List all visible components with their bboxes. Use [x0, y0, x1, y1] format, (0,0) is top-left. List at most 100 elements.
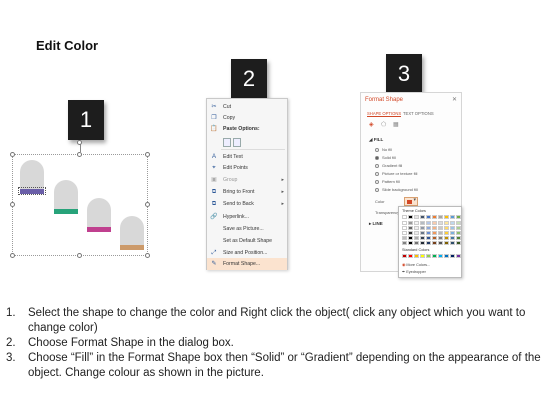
theme-tint-swatch[interactable]	[432, 231, 437, 235]
theme-tint-swatch[interactable]	[450, 241, 455, 245]
theme-tint-swatch[interactable]	[420, 241, 425, 245]
theme-tint-swatch[interactable]	[438, 236, 443, 240]
theme-tint-swatch[interactable]	[402, 236, 407, 240]
menu-item-group[interactable]: ▣ Group ▸	[207, 174, 287, 186]
theme-tint-swatch[interactable]	[408, 231, 413, 235]
theme-tint-swatch[interactable]	[402, 226, 407, 230]
standard-color-swatch[interactable]	[450, 254, 455, 258]
theme-tint-swatch[interactable]	[456, 231, 461, 235]
standard-color-swatch[interactable]	[408, 254, 413, 258]
theme-tint-swatch[interactable]	[414, 241, 419, 245]
theme-tint-swatch[interactable]	[438, 241, 443, 245]
theme-tint-swatch[interactable]	[408, 236, 413, 240]
theme-tint-swatch[interactable]	[444, 231, 449, 235]
theme-tint-swatch[interactable]	[444, 241, 449, 245]
more-colors-item[interactable]: ◉ More Colors...	[402, 262, 430, 267]
selection-handle[interactable]	[77, 152, 82, 157]
tab-shape-options[interactable]: SHAPE OPTIONS	[367, 111, 402, 117]
theme-tint-swatch[interactable]	[408, 221, 413, 225]
theme-tint-swatch[interactable]	[450, 226, 455, 230]
theme-tint-swatch[interactable]	[456, 226, 461, 230]
theme-tint-swatch[interactable]	[432, 221, 437, 225]
theme-color-swatch[interactable]	[450, 215, 455, 219]
size-properties-icon[interactable]: ▦	[393, 121, 399, 128]
theme-tint-swatch[interactable]	[432, 241, 437, 245]
standard-color-swatch[interactable]	[402, 254, 407, 258]
theme-color-swatch[interactable]	[438, 215, 443, 219]
theme-tint-swatch[interactable]	[408, 226, 413, 230]
selection-handle[interactable]	[10, 202, 15, 207]
theme-tint-swatch[interactable]	[414, 221, 419, 225]
theme-color-swatch[interactable]	[402, 215, 407, 219]
standard-color-swatch[interactable]	[426, 254, 431, 258]
standard-color-swatch[interactable]	[438, 254, 443, 258]
fill-option-slide-background[interactable]: Slide background fill	[375, 187, 418, 192]
theme-color-swatch[interactable]	[426, 215, 431, 219]
radio-button[interactable]	[375, 187, 379, 192]
theme-tint-swatch[interactable]	[456, 236, 461, 240]
theme-tint-swatch[interactable]	[450, 236, 455, 240]
theme-tint-swatch[interactable]	[414, 236, 419, 240]
theme-tint-swatch[interactable]	[444, 236, 449, 240]
shape-4[interactable]	[120, 216, 144, 250]
radio-button[interactable]	[375, 163, 379, 168]
theme-tint-swatch[interactable]	[438, 221, 443, 225]
standard-color-swatch[interactable]	[456, 254, 461, 258]
theme-color-swatch[interactable]	[414, 215, 419, 219]
selection-handle[interactable]	[145, 152, 150, 157]
selection-handle[interactable]	[10, 253, 15, 258]
standard-color-swatch[interactable]	[414, 254, 419, 258]
menu-item-bring-to-front[interactable]: ⧉ Bring to Front ▸	[207, 186, 287, 198]
paste-keep-source-icon[interactable]	[223, 138, 231, 147]
theme-tint-swatch[interactable]	[450, 231, 455, 235]
theme-tint-swatch[interactable]	[402, 221, 407, 225]
theme-tint-swatch[interactable]	[420, 226, 425, 230]
fill-option-pattern[interactable]: Pattern fill	[375, 179, 400, 184]
theme-tint-swatch[interactable]	[438, 226, 443, 230]
theme-tint-swatch[interactable]	[426, 221, 431, 225]
fill-option-picture[interactable]: Picture or texture fill	[375, 171, 417, 176]
theme-tint-swatch[interactable]	[414, 231, 419, 235]
theme-tint-swatch[interactable]	[432, 236, 437, 240]
theme-tint-swatch[interactable]	[414, 226, 419, 230]
theme-color-swatch[interactable]	[420, 215, 425, 219]
eyedropper-item[interactable]: ✒ Eyedropper	[402, 269, 426, 274]
theme-tint-swatch[interactable]	[426, 231, 431, 235]
theme-color-swatch[interactable]	[444, 215, 449, 219]
theme-tint-swatch[interactable]	[444, 221, 449, 225]
menu-item-save-as-picture[interactable]: Save as Picture...	[207, 223, 287, 235]
theme-tint-swatch[interactable]	[426, 241, 431, 245]
menu-item-send-to-back[interactable]: ⧉ Send to Back ▸	[207, 198, 287, 210]
theme-tint-swatch[interactable]	[456, 241, 461, 245]
standard-color-swatch[interactable]	[432, 254, 437, 258]
theme-tint-swatch[interactable]	[420, 236, 425, 240]
radio-button[interactable]	[375, 147, 379, 152]
selection-handle[interactable]	[10, 152, 15, 157]
shape-3[interactable]	[87, 198, 111, 232]
theme-tint-swatch[interactable]	[432, 226, 437, 230]
theme-tint-swatch[interactable]	[426, 226, 431, 230]
menu-item-format-shape[interactable]: ✎ Format Shape...	[207, 258, 287, 270]
fill-section-header[interactable]: ◢ FILL	[369, 137, 383, 143]
fill-line-icon[interactable]: ◈	[369, 121, 374, 128]
fill-color-button[interactable]	[404, 197, 418, 206]
fill-option-no-fill[interactable]: No fill	[375, 147, 392, 152]
effects-icon[interactable]: ⬠	[381, 121, 386, 128]
selection-handle[interactable]	[77, 253, 82, 258]
line-section-header[interactable]: ▸ LINE	[369, 221, 383, 227]
close-icon[interactable]: ✕	[452, 96, 457, 103]
shape-2[interactable]	[54, 180, 78, 214]
theme-tint-swatch[interactable]	[408, 241, 413, 245]
theme-color-swatch[interactable]	[456, 215, 461, 219]
fill-option-gradient[interactable]: Gradient fill	[375, 163, 402, 168]
paste-picture-icon[interactable]	[233, 138, 241, 147]
theme-tint-swatch[interactable]	[420, 231, 425, 235]
rotation-handle[interactable]	[77, 140, 82, 145]
standard-color-swatch[interactable]	[444, 254, 449, 258]
theme-color-swatch[interactable]	[432, 215, 437, 219]
theme-tint-swatch[interactable]	[420, 221, 425, 225]
menu-item-edit-points[interactable]: ⌖ Edit Points	[207, 162, 287, 174]
tab-text-options[interactable]: TEXT OPTIONS	[403, 111, 434, 116]
theme-tint-swatch[interactable]	[402, 231, 407, 235]
radio-button[interactable]	[375, 155, 379, 160]
